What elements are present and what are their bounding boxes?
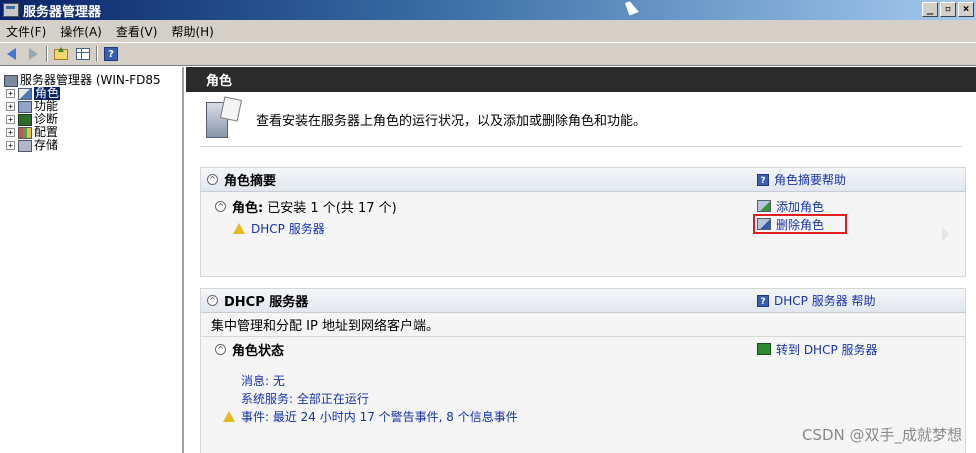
remove-role-link[interactable]: 删除角色: [757, 215, 824, 233]
title-bar: 服务器管理器 _ ▫ ×: [0, 0, 976, 20]
storage-icon: [18, 139, 32, 152]
roles-summary-section: ^ 角色摘要 ? 角色摘要帮助 ^ 角色: 已安装 1 个(共 17 个) 添加…: [200, 167, 966, 277]
restore-button[interactable]: ▫: [940, 2, 956, 17]
tree-item-configuration[interactable]: + 配置: [0, 126, 182, 139]
add-role-label: 添加角色: [776, 199, 825, 214]
dhcp-description: 集中管理和分配 IP 地址到网络客户端。: [201, 313, 965, 337]
window-title: 服务器管理器: [23, 4, 102, 20]
tree-item-label: 存储: [34, 138, 59, 152]
collapse-icon[interactable]: ^: [215, 343, 226, 355]
goto-dhcp-link[interactable]: 转到 DHCP 服务器: [757, 340, 878, 358]
menu-file[interactable]: 文件(F): [6, 23, 46, 40]
expand-icon[interactable]: +: [6, 102, 15, 111]
remove-role-icon: [757, 218, 771, 230]
menu-action[interactable]: 操作(A): [60, 23, 102, 40]
events-status[interactable]: 事件: 最近 24 小时内 17 个警告事件, 8 个信息事件: [241, 408, 518, 425]
warning-icon: [233, 222, 245, 234]
section-title: DHCP 服务器: [224, 295, 309, 310]
pane-header: 角色: [186, 67, 976, 92]
help-link-label: 角色摘要帮助: [774, 173, 847, 187]
tree-item-diagnostics[interactable]: + 诊断: [0, 113, 182, 126]
up-level-button[interactable]: [52, 46, 70, 63]
help-icon: ?: [757, 294, 769, 307]
events-row: 事件: 最近 24 小时内 17 个警告事件, 8 个信息事件: [201, 407, 965, 425]
close-button[interactable]: ×: [958, 2, 974, 17]
add-role-link[interactable]: 添加角色: [757, 197, 824, 215]
show-hide-tree-button[interactable]: [74, 46, 92, 63]
toolbar-separator: [96, 46, 98, 62]
tree-root-server-manager[interactable]: 服务器管理器 (WIN-FD85: [0, 74, 182, 87]
help-link-label: DHCP 服务器 帮助: [774, 294, 876, 308]
goto-icon: [757, 343, 771, 355]
watermark: CSDN @双手_成就梦想: [801, 426, 962, 444]
intro-banner: 查看安装在服务器上角色的运行状况，以及添加或删除角色和功能。: [200, 92, 962, 147]
collapse-icon[interactable]: ^: [215, 200, 226, 212]
chevron-right-icon: [942, 226, 949, 242]
document-icon: [219, 96, 243, 122]
navigation-tree: 服务器管理器 (WIN-FD85 + 角色 + 功能 + 诊断 + 配置 + 存…: [0, 67, 184, 453]
dhcp-server-header[interactable]: ^ DHCP 服务器 ? DHCP 服务器 帮助: [201, 289, 965, 313]
roles-count-row: ^ 角色: 已安装 1 个(共 17 个) 添加角色: [201, 195, 965, 217]
tree-item-roles[interactable]: + 角色: [0, 87, 182, 100]
help-icon: ?: [757, 173, 769, 186]
features-icon: [18, 100, 32, 113]
goto-dhcp-label: 转到 DHCP 服务器: [776, 342, 878, 357]
intro-text: 查看安装在服务器上角色的运行状况，以及添加或删除角色和功能。: [256, 113, 647, 129]
toolbar-separator: [46, 46, 48, 62]
section-title: 角色摘要: [224, 174, 277, 189]
roles-status: 已安装 1 个(共 17 个): [267, 200, 397, 216]
role-status-details: 消息: 无 系统服务: 全部正在运行: [201, 371, 965, 407]
server-manager-icon: [3, 3, 19, 17]
role-item-row: DHCP 服务器 删除角色: [201, 214, 965, 239]
back-button[interactable]: [2, 46, 20, 63]
expand-icon[interactable]: +: [6, 128, 15, 137]
expand-icon[interactable]: +: [6, 89, 15, 98]
dhcp-role-link[interactable]: DHCP 服务器: [251, 220, 325, 237]
server-icon: [4, 74, 18, 87]
forward-button[interactable]: [24, 46, 42, 63]
dhcp-help-link[interactable]: ? DHCP 服务器 帮助: [757, 292, 876, 309]
back-arrow-icon: [6, 48, 16, 60]
roles-server-icon: [206, 96, 243, 140]
tree-item-features[interactable]: + 功能: [0, 100, 182, 113]
role-status-title: 角色状态: [232, 343, 285, 359]
expand-icon[interactable]: +: [6, 141, 15, 150]
diagnostics-icon: [18, 113, 32, 126]
expand-icon[interactable]: +: [6, 115, 15, 124]
roles-label: 角色:: [232, 200, 264, 216]
roles-summary-help-link[interactable]: ? 角色摘要帮助: [757, 171, 846, 188]
toolbar: ?: [0, 42, 976, 66]
window-controls: _ ▫ ×: [922, 2, 974, 17]
menu-bar: 文件(F) 操作(A) 查看(V) 帮助(H): [0, 20, 976, 42]
forward-arrow-icon: [28, 48, 38, 60]
menu-help[interactable]: 帮助(H): [171, 23, 213, 40]
help-icon: ?: [104, 47, 118, 61]
collapse-icon[interactable]: ^: [207, 295, 218, 306]
roles-icon: [18, 87, 32, 100]
tree-item-storage[interactable]: + 存储: [0, 139, 182, 152]
collapse-icon[interactable]: ^: [207, 174, 218, 185]
menu-view[interactable]: 查看(V): [116, 23, 158, 40]
add-role-icon: [757, 200, 771, 212]
configuration-icon: [18, 126, 32, 139]
system-services-status[interactable]: 系统服务: 全部正在运行: [241, 389, 965, 407]
help-toolbar-button[interactable]: ?: [102, 46, 120, 63]
up-folder-icon: [54, 46, 68, 60]
details-pane: 角色 查看安装在服务器上角色的运行状况，以及添加或删除角色和功能。 ^ 角色摘要…: [186, 67, 976, 453]
minimize-button[interactable]: _: [922, 2, 938, 17]
messages-status[interactable]: 消息: 无: [241, 371, 965, 389]
roles-summary-header[interactable]: ^ 角色摘要 ? 角色摘要帮助: [201, 168, 965, 192]
console-tree-icon: [76, 48, 90, 60]
warning-icon: [223, 410, 235, 422]
mouse-cursor-icon: [625, 0, 639, 16]
role-status-row: ^ 角色状态 转到 DHCP 服务器: [201, 337, 965, 361]
remove-role-label: 删除角色: [776, 217, 825, 232]
